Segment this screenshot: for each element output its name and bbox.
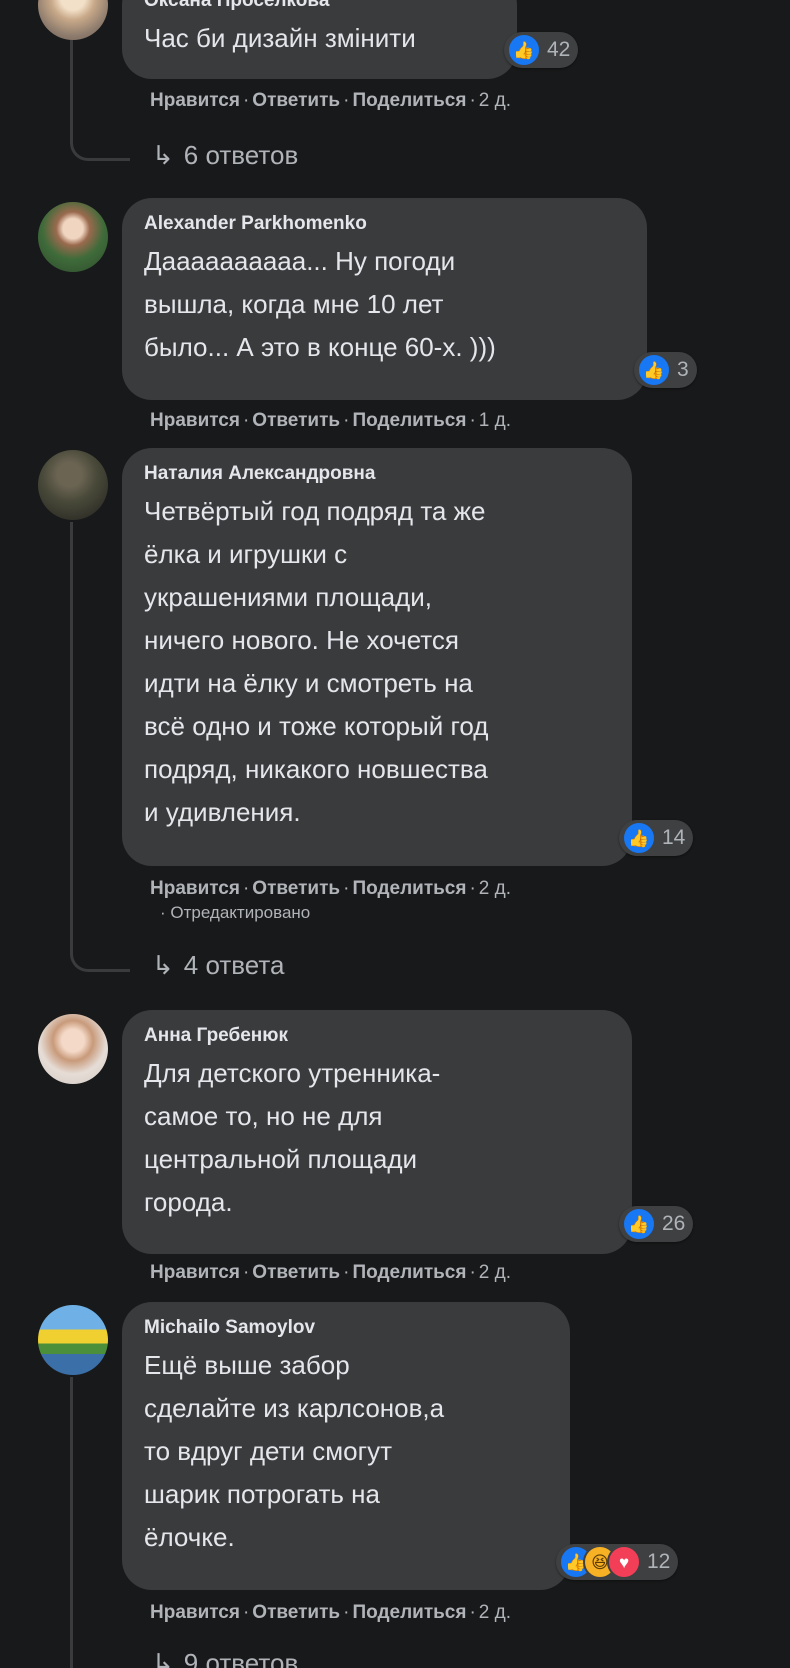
view-replies-button[interactable]: ↳ 9 ответов <box>152 1648 298 1668</box>
share-link[interactable]: Поделиться <box>352 1262 466 1283</box>
thread-line <box>70 40 73 135</box>
thread-connector <box>70 133 130 161</box>
reaction-summary[interactable]: 👍 😆 ♥ 12 <box>556 1544 679 1580</box>
share-link[interactable]: Поделиться <box>352 878 466 899</box>
comment-author[interactable]: Анна Гребенюк <box>144 1024 610 1048</box>
comment-age[interactable]: 1 д. <box>479 410 511 431</box>
reply-link[interactable]: Ответить <box>252 878 340 899</box>
like-link[interactable]: Нравится <box>150 1602 240 1623</box>
separator: · <box>343 1262 350 1283</box>
avatar[interactable] <box>38 1014 108 1084</box>
replies-count: 4 ответа <box>183 950 285 980</box>
reaction-count: 14 <box>662 826 686 849</box>
thread-connector <box>70 944 130 972</box>
separator: · <box>242 410 250 431</box>
avatar[interactable] <box>38 1305 108 1375</box>
comment-text: Для детского утренника- самое то, но не … <box>144 1058 441 1217</box>
comments-feed: Оксана Проселкова Час би дизайн змінити … <box>0 0 790 1668</box>
like-icon: 👍 <box>622 821 656 855</box>
reply-arrow-icon: ↳ <box>152 1648 174 1668</box>
share-link[interactable]: Поделиться <box>352 410 466 431</box>
separator: · <box>343 878 350 899</box>
share-link[interactable]: Поделиться <box>352 1602 466 1623</box>
like-link[interactable]: Нравится <box>150 90 240 111</box>
avatar[interactable] <box>38 0 108 40</box>
comment-text: Четвёртый год подряд та же ёлка и игрушк… <box>144 496 489 827</box>
separator: · <box>343 1602 350 1623</box>
comment-age[interactable]: 2 д. <box>479 1262 511 1283</box>
separator: · <box>343 90 350 111</box>
like-icon: 👍 <box>637 353 671 387</box>
comment-actions: Нравится · Ответить · Поделиться · 1 д. <box>150 410 511 432</box>
separator: · <box>469 878 476 899</box>
share-link[interactable]: Поделиться <box>352 90 466 111</box>
edited-label[interactable]: · Отредактировано <box>160 903 310 923</box>
reaction-summary[interactable]: 👍 3 <box>634 352 697 388</box>
comment-author[interactable]: Наталия Александровна <box>144 462 610 486</box>
replies-count: 6 ответов <box>183 140 299 170</box>
comment-age[interactable]: 2 д. <box>479 878 511 899</box>
separator: · <box>242 1602 250 1623</box>
reaction-summary[interactable]: 👍 26 <box>619 1206 694 1242</box>
comment-author[interactable]: Оксана Проселкова <box>144 0 495 13</box>
comment-actions: Нравится · Ответить · Поделиться · 2 д. <box>150 90 511 112</box>
comment-author[interactable]: Alexander Parkhomenko <box>144 212 625 236</box>
reaction-count: 26 <box>662 1212 686 1235</box>
comment-bubble: Alexander Parkhomenko Даааааааааа... Ну … <box>122 198 647 400</box>
like-link[interactable]: Нравится <box>150 410 240 431</box>
separator: · <box>469 1262 476 1283</box>
avatar[interactable] <box>38 450 108 520</box>
replies-count: 9 ответов <box>183 1648 299 1668</box>
comment-bubble: Анна Гребенюк Для детского утренника- са… <box>122 1010 632 1254</box>
reply-link[interactable]: Ответить <box>252 1262 340 1283</box>
comment-actions: Нравится · Ответить · Поделиться · 2 д. <box>150 1602 511 1624</box>
reply-link[interactable]: Ответить <box>252 1602 340 1623</box>
like-link[interactable]: Нравится <box>150 1262 240 1283</box>
thread-line <box>70 1377 73 1668</box>
avatar[interactable] <box>38 202 108 272</box>
separator: · <box>469 90 476 111</box>
separator: · <box>242 878 250 899</box>
like-icon: 👍 <box>507 33 541 67</box>
comment-actions: Нравится · Ответить · Поделиться · 2 д. <box>150 878 511 900</box>
separator: · <box>242 1262 250 1283</box>
reply-arrow-icon: ↳ <box>152 140 174 170</box>
comment-text: Час би дизайн змінити <box>144 23 416 53</box>
comment-bubble: Оксана Проселкова Час би дизайн змінити <box>122 0 517 79</box>
comment-text: Ещё выше забор сделайте из карлсонов,а т… <box>144 1350 445 1552</box>
like-link[interactable]: Нравится <box>150 878 240 899</box>
reaction-summary[interactable]: 👍 42 <box>504 32 579 68</box>
reply-arrow-icon: ↳ <box>152 950 174 980</box>
reaction-count: 12 <box>647 1550 671 1573</box>
comment-author[interactable]: Michailo Samoylov <box>144 1316 548 1340</box>
separator: · <box>343 410 350 431</box>
view-replies-button[interactable]: ↳ 4 ответа <box>152 950 284 981</box>
separator: · <box>469 410 476 431</box>
comment-bubble: Наталия Александровна Четвёртый год подр… <box>122 448 632 866</box>
reaction-summary[interactable]: 👍 14 <box>619 820 694 856</box>
like-icon: 👍 <box>622 1207 656 1241</box>
comment-bubble: Michailo Samoylov Ещё выше забор сделайт… <box>122 1302 570 1590</box>
comment-actions: Нравится · Ответить · Поделиться · 2 д. <box>150 1262 511 1284</box>
thread-line <box>70 522 73 947</box>
comment-age[interactable]: 2 д. <box>479 90 511 111</box>
view-replies-button[interactable]: ↳ 6 ответов <box>152 140 298 171</box>
comment-age[interactable]: 2 д. <box>479 1602 511 1623</box>
reaction-count: 42 <box>547 38 571 61</box>
comment-text: Даааааааааа... Ну погоди вышла, когда мн… <box>144 246 496 362</box>
separator: · <box>469 1602 476 1623</box>
separator: · <box>242 90 250 111</box>
love-icon: ♥ <box>607 1545 641 1579</box>
reply-link[interactable]: Ответить <box>252 90 340 111</box>
reaction-count: 3 <box>677 358 689 381</box>
reply-link[interactable]: Ответить <box>252 410 340 431</box>
